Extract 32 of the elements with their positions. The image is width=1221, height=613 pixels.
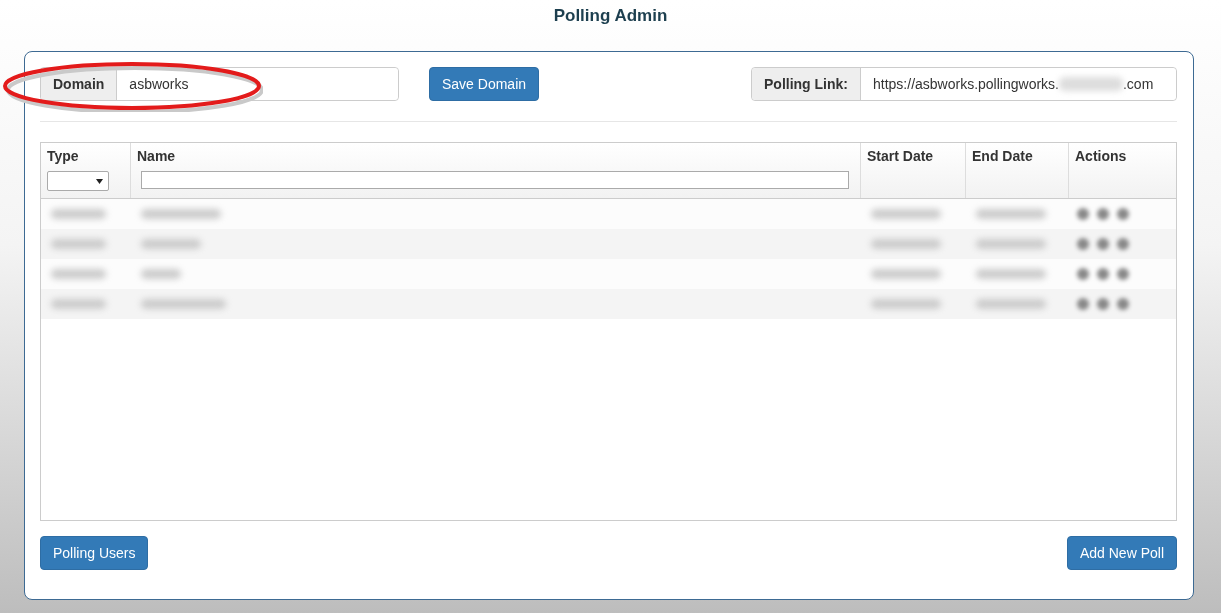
redacted-text bbox=[976, 209, 1046, 219]
redacted-text bbox=[871, 209, 941, 219]
redacted-text bbox=[51, 269, 106, 279]
caret-icon bbox=[96, 178, 103, 184]
column-header: Start Date bbox=[867, 148, 934, 164]
redacted-text bbox=[871, 239, 941, 249]
redacted-text bbox=[976, 269, 1046, 279]
column-header: Type bbox=[47, 148, 79, 164]
redacted-actions-icon bbox=[1077, 298, 1129, 310]
save-domain-button[interactable]: Save Domain bbox=[429, 67, 540, 101]
redacted-actions-icon bbox=[1077, 238, 1129, 250]
page-title: Polling Admin bbox=[553, 6, 668, 26]
redacted-text bbox=[141, 239, 201, 249]
redacted-actions-icon bbox=[1077, 208, 1129, 220]
polling-link-field[interactable]: Polling Link: https://asbworks.pollingworks. .com bbox=[751, 67, 1177, 101]
redacted-text bbox=[976, 299, 1046, 309]
polling-users-button[interactable]: Polling Users bbox=[40, 536, 149, 570]
redacted-text bbox=[51, 239, 106, 249]
column-header: Actions bbox=[1075, 148, 1127, 164]
redacted-text bbox=[141, 269, 181, 279]
add-new-poll-button[interactable]: Add New Poll bbox=[1066, 536, 1177, 570]
redacted-text bbox=[51, 209, 106, 219]
name-filter-field[interactable] bbox=[141, 171, 849, 189]
column-header: Name bbox=[137, 148, 176, 164]
redacted-text bbox=[51, 299, 106, 309]
redacted-text bbox=[871, 299, 941, 309]
domain-field[interactable]: Domain asbworks bbox=[40, 67, 399, 101]
type-filter-dropdown[interactable] bbox=[47, 171, 109, 191]
redacted-text bbox=[976, 239, 1046, 249]
redacted-text bbox=[871, 269, 941, 279]
column-header: End Date bbox=[972, 148, 1033, 164]
redacted-actions-icon bbox=[1077, 268, 1129, 280]
